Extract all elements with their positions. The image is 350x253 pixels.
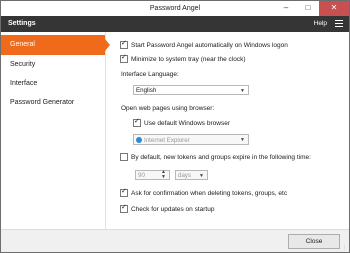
settings-window: Password Angel – □ ✕ Settings Help Gener…	[0, 0, 350, 253]
minimize-icon[interactable]: –	[275, 1, 297, 16]
chevron-down-icon: ▼	[240, 88, 245, 94]
open-web-pages-label: Open web pages using browser:	[121, 105, 215, 112]
browser-select[interactable]: Internet Explorer ▼	[133, 134, 249, 145]
hamburger-menu-icon[interactable]	[335, 20, 343, 29]
resize-grip-icon[interactable]: ⋮	[342, 245, 347, 251]
window-title: Password Angel	[149, 5, 201, 12]
internet-explorer-icon	[136, 137, 142, 144]
start-logon-option[interactable]: Start Password Angel automatically on Wi…	[120, 40, 288, 50]
sidebar-item-password-generator[interactable]: Password Generator	[1, 93, 105, 112]
ask-confirmation-checkbox[interactable]	[120, 188, 128, 198]
default-browser-label: Use default Windows browser	[144, 120, 230, 127]
settings-sidebar: General Security Interface Password Gene…	[1, 32, 110, 229]
check-updates-checkbox[interactable]	[120, 204, 128, 214]
sidebar-item-security[interactable]: Security	[1, 55, 105, 74]
start-logon-checkbox[interactable]	[120, 40, 128, 50]
maximize-icon[interactable]: □	[297, 1, 319, 16]
expire-unit-select[interactable]: days ▼	[175, 170, 208, 180]
expire-unit-value: days	[178, 172, 192, 179]
spin-arrows-icon: ▲ ▼	[161, 169, 166, 180]
start-logon-label: Start Password Angel automatically on Wi…	[131, 42, 288, 49]
title-bar[interactable]: Password Angel – □ ✕	[1, 1, 349, 16]
general-settings-panel: Start Password Angel automatically on Wi…	[113, 32, 347, 229]
default-browser-option[interactable]: Use default Windows browser	[133, 118, 230, 128]
expire-label: By default, new tokens and groups expire…	[131, 154, 311, 161]
check-updates-option[interactable]: Check for updates on startup	[120, 204, 215, 214]
window-controls: – □ ✕	[275, 1, 349, 16]
settings-heading: Settings	[8, 20, 36, 27]
default-browser-checkbox[interactable]	[133, 118, 141, 128]
help-menu[interactable]: Help	[314, 16, 327, 32]
expire-amount-stepper[interactable]: 90 ▲ ▼	[135, 170, 170, 180]
minimize-tray-label: Minimize to system tray (near the clock)	[131, 56, 246, 63]
minimize-tray-option[interactable]: Minimize to system tray (near the clock)	[120, 54, 246, 64]
close-window-icon[interactable]: ✕	[319, 1, 349, 16]
sidebar-item-general[interactable]: General	[1, 35, 110, 55]
browser-value: Internet Explorer	[144, 137, 190, 144]
ask-confirmation-option[interactable]: Ask for confirmation when deleting token…	[120, 188, 288, 198]
check-updates-label: Check for updates on startup	[131, 206, 215, 213]
expire-checkbox[interactable]	[120, 153, 128, 162]
minimize-tray-checkbox[interactable]	[120, 54, 128, 64]
chevron-down-icon: ▼	[240, 137, 245, 143]
ask-confirmation-label: Ask for confirmation when deleting token…	[131, 190, 288, 197]
chevron-down-icon: ▼	[199, 173, 204, 179]
interface-language-value: English	[136, 87, 157, 94]
close-button[interactable]: Close	[288, 234, 340, 249]
menu-bar: Settings Help	[1, 16, 349, 32]
sidebar-item-interface[interactable]: Interface	[1, 74, 105, 93]
interface-language-select[interactable]: English ▼	[133, 85, 249, 95]
expire-option[interactable]: By default, new tokens and groups expire…	[120, 153, 311, 162]
dialog-footer: Close ⋮	[1, 229, 349, 252]
expire-amount-value: 90	[138, 172, 145, 179]
interface-language-label: Interface Language:	[121, 71, 179, 78]
